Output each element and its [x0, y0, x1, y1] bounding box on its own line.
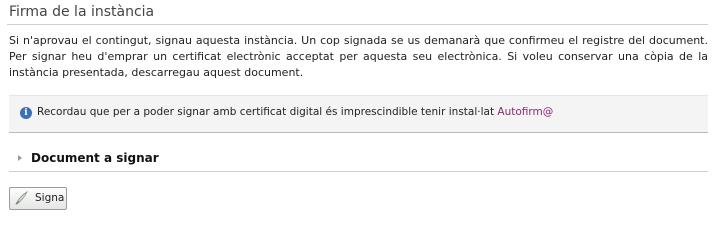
- sign-button[interactable]: Signa: [9, 187, 67, 210]
- title-divider: [7, 24, 708, 25]
- autofirma-link[interactable]: Autofirm@: [497, 106, 553, 118]
- intro-paragraph: Si n'aprovau el contingut, signau aquest…: [9, 34, 708, 79]
- notice-text: Recordau que per a poder signar amb cert…: [37, 106, 553, 118]
- document-accordion-header[interactable]: Document a signar: [9, 147, 708, 172]
- notice-message: Recordau que per a poder signar amb cert…: [37, 106, 498, 118]
- accordion-label: Document a signar: [31, 151, 159, 165]
- info-notice: i Recordau que per a poder signar amb ce…: [9, 95, 708, 133]
- sign-button-label: Signa: [35, 192, 65, 204]
- chevron-right-icon: [18, 155, 22, 161]
- pen-icon: [15, 191, 28, 205]
- signature-page: Firma de la instància Si n'aprovau el co…: [0, 0, 721, 229]
- section-title: Firma de la instància: [9, 4, 155, 20]
- info-icon: i: [20, 107, 32, 119]
